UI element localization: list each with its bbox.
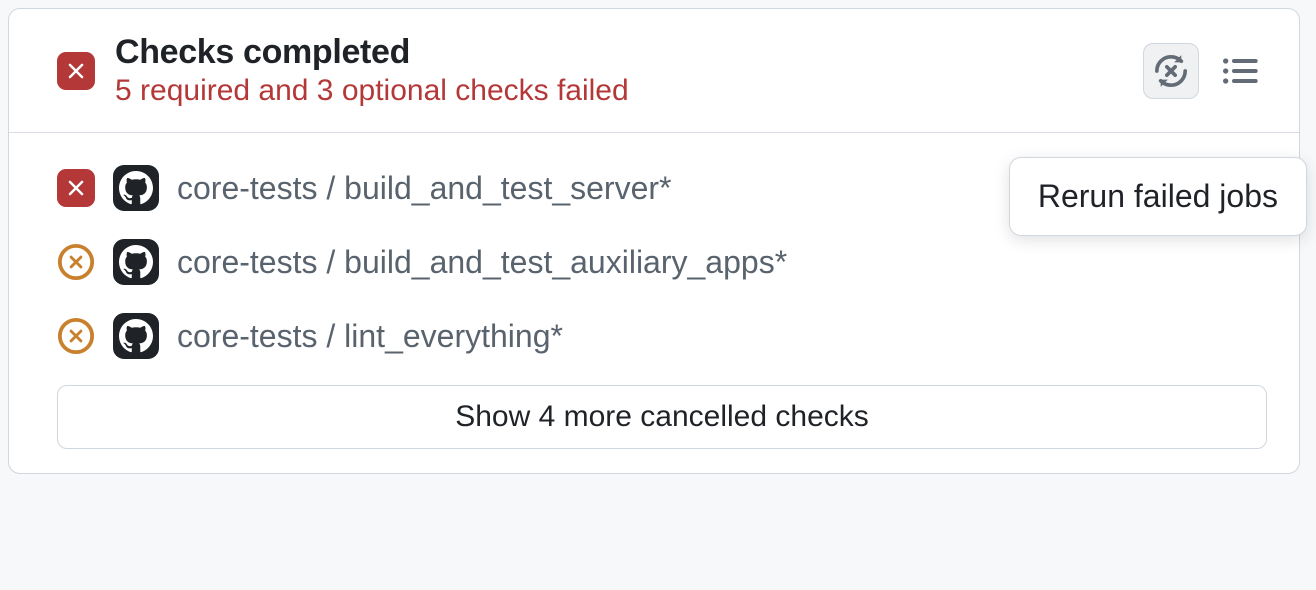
checks-subtitle: 5 required and 3 optional checks failed <box>115 74 1123 108</box>
rerun-icon <box>1151 51 1191 91</box>
x-icon <box>63 175 89 201</box>
show-more-button[interactable]: Show 4 more cancelled checks <box>57 385 1267 449</box>
check-name: core-tests / build_and_test_auxiliary_ap… <box>177 244 787 281</box>
checks-title: Checks completed <box>115 33 1123 72</box>
header-titles: Checks completed 5 required and 3 option… <box>115 33 1123 108</box>
check-name: core-tests / lint_everything* <box>177 318 563 355</box>
check-status-cancelled <box>57 317 95 355</box>
checks-header: Checks completed 5 required and 3 option… <box>9 9 1299 133</box>
x-icon <box>63 58 89 84</box>
check-item[interactable]: core-tests / lint_everything* <box>57 299 1267 373</box>
cancelled-icon <box>57 243 95 281</box>
list-icon <box>1219 51 1259 91</box>
check-item[interactable]: core-tests / build_and_test_auxiliary_ap… <box>57 225 1267 299</box>
list-button[interactable] <box>1211 43 1267 99</box>
cancelled-icon <box>57 317 95 355</box>
check-name: core-tests / build_and_test_server* <box>177 170 671 207</box>
rerun-button[interactable] <box>1143 43 1199 99</box>
show-more-label: Show 4 more cancelled checks <box>455 400 869 433</box>
github-mark-icon <box>119 245 153 279</box>
check-status-cancelled <box>57 243 95 281</box>
github-icon <box>113 239 159 285</box>
github-mark-icon <box>119 319 153 353</box>
github-icon <box>113 313 159 359</box>
header-actions <box>1143 43 1267 99</box>
rerun-tooltip[interactable]: Rerun failed jobs <box>1009 157 1307 236</box>
github-mark-icon <box>119 171 153 205</box>
checks-card: Checks completed 5 required and 3 option… <box>8 8 1300 474</box>
tooltip-label: Rerun failed jobs <box>1038 178 1278 214</box>
status-failed-badge <box>57 52 95 90</box>
check-status-failed <box>57 169 95 207</box>
github-icon <box>113 165 159 211</box>
